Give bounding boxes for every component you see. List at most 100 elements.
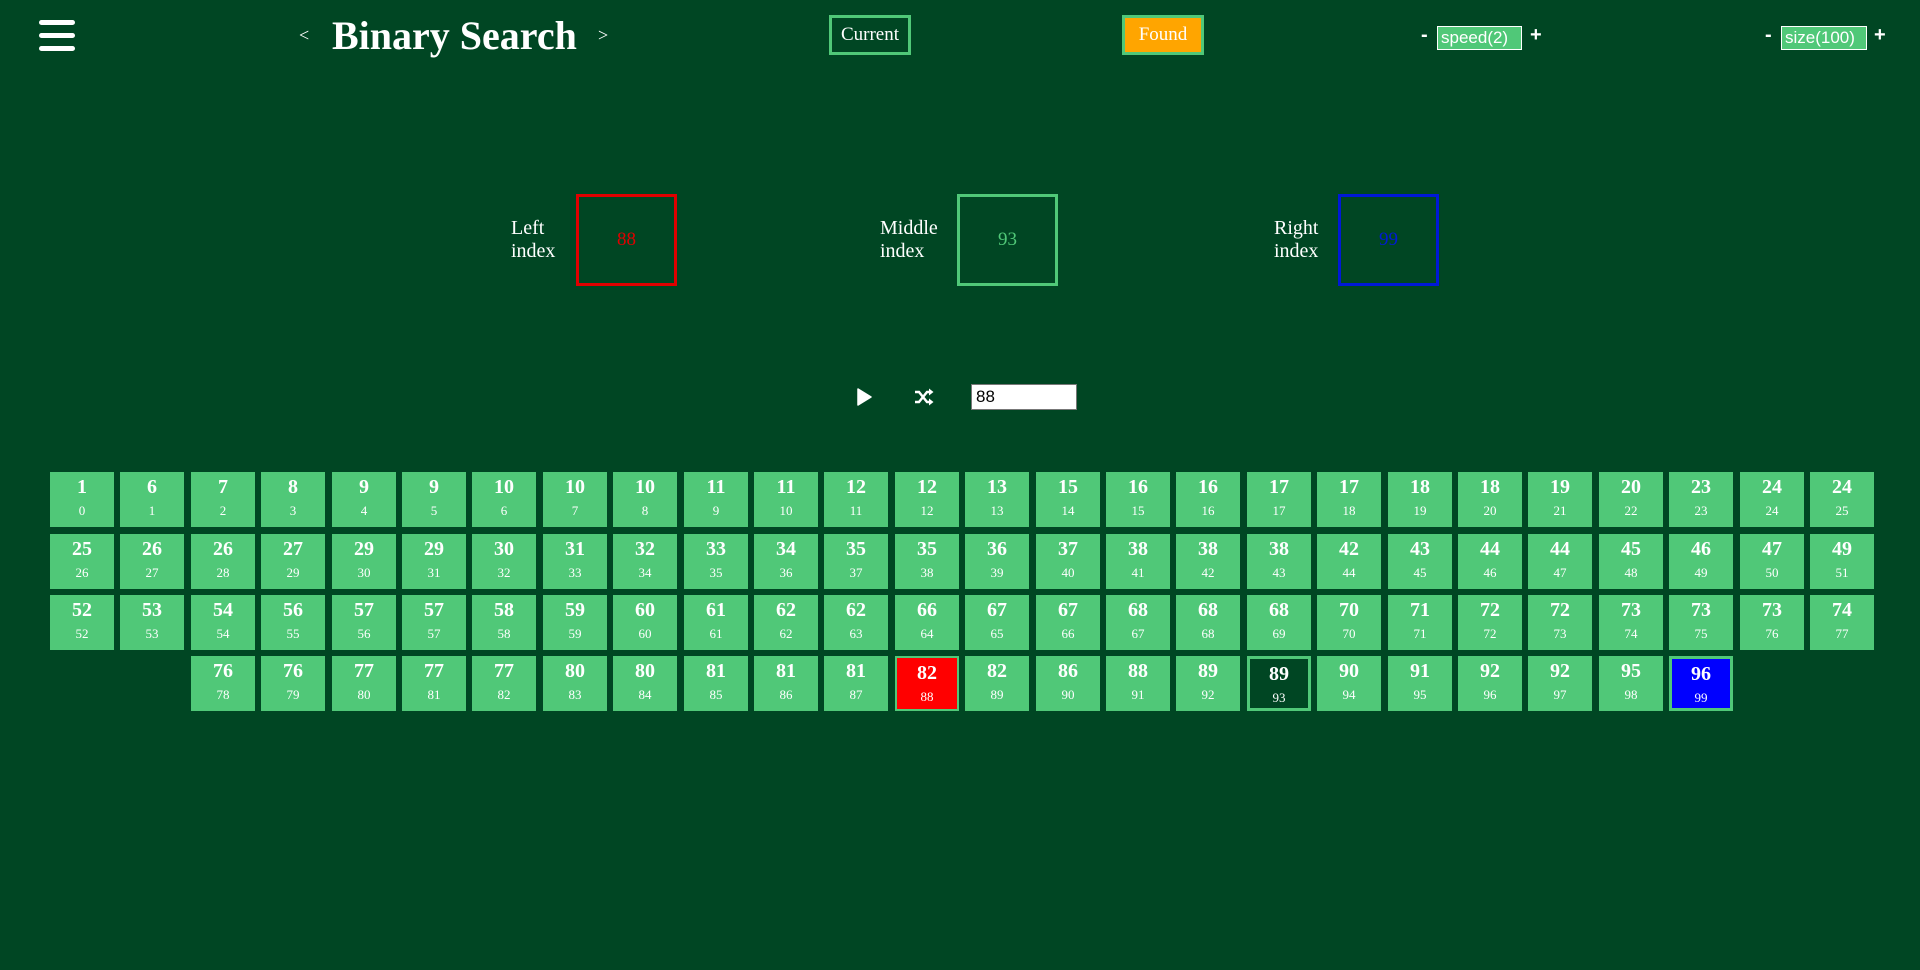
legend-found: Found xyxy=(1122,15,1204,55)
array-cell: 31 33 xyxy=(543,534,607,589)
array-cell: 92 96 xyxy=(1458,656,1522,711)
cell-index: 6 xyxy=(500,503,508,518)
array-cell: 38 43 xyxy=(1247,534,1311,589)
cell-value: 54 xyxy=(213,599,233,621)
cell-index: 37 xyxy=(849,565,863,580)
cell-index: 13 xyxy=(990,503,1004,518)
prev-algorithm-arrow[interactable]: < xyxy=(299,25,309,46)
array-cell: 53 53 xyxy=(120,595,184,650)
cell-value: 57 xyxy=(354,599,374,621)
cell-value: 29 xyxy=(424,538,444,560)
array-cell: 46 49 xyxy=(1669,534,1733,589)
cell-index: 94 xyxy=(1342,687,1356,702)
array-cell: 25 26 xyxy=(50,534,114,589)
cell-value: 73 xyxy=(1762,599,1782,621)
cell-index: 80 xyxy=(357,687,371,702)
right-index-box: 99 xyxy=(1338,194,1439,286)
cell-value: 7 xyxy=(218,476,228,498)
menu-icon[interactable] xyxy=(39,20,75,54)
cell-index: 98 xyxy=(1624,687,1638,702)
cell-value: 26 xyxy=(142,538,162,560)
cell-value: 56 xyxy=(283,599,303,621)
cell-value: 42 xyxy=(1339,538,1359,560)
cell-index: 53 xyxy=(145,626,159,641)
cell-index: 77 xyxy=(1835,626,1849,641)
cell-value: 89 xyxy=(1269,663,1289,685)
cell-index: 39 xyxy=(990,565,1004,580)
cell-index: 71 xyxy=(1413,626,1427,641)
cell-value: 34 xyxy=(776,538,796,560)
search-target-input[interactable] xyxy=(971,384,1077,410)
cell-index: 68 xyxy=(1201,626,1215,641)
cell-value: 77 xyxy=(494,660,514,682)
cell-value: 95 xyxy=(1621,660,1641,682)
speed-increase-button[interactable]: + xyxy=(1530,24,1542,47)
cell-value: 62 xyxy=(776,599,796,621)
cell-index: 60 xyxy=(638,626,652,641)
array-cell: 18 20 xyxy=(1458,472,1522,527)
cell-index: 89 xyxy=(990,687,1004,702)
cell-value: 81 xyxy=(776,660,796,682)
speed-field[interactable]: speed(2) xyxy=(1437,26,1522,50)
array-cell: 89 93 xyxy=(1247,656,1311,711)
size-field[interactable]: size(100) xyxy=(1781,26,1867,50)
cell-value: 77 xyxy=(424,660,444,682)
cell-index: 59 xyxy=(568,626,582,641)
cell-index: 85 xyxy=(709,687,723,702)
cell-value: 16 xyxy=(1198,476,1218,498)
array-cell: 34 36 xyxy=(754,534,818,589)
cell-value: 71 xyxy=(1410,599,1430,621)
cell-value: 31 xyxy=(565,538,585,560)
cell-index: 17 xyxy=(1272,503,1286,518)
cell-index: 45 xyxy=(1413,565,1427,580)
size-decrease-button[interactable]: - xyxy=(1765,24,1772,47)
cell-value: 25 xyxy=(72,538,92,560)
cell-index: 96 xyxy=(1483,687,1497,702)
array-cell: 73 74 xyxy=(1599,595,1663,650)
cell-index: 30 xyxy=(357,565,371,580)
cell-index: 10 xyxy=(779,503,793,518)
cell-value: 72 xyxy=(1550,599,1570,621)
cell-value: 67 xyxy=(1058,599,1078,621)
cell-index: 86 xyxy=(779,687,793,702)
array-cell: 26 28 xyxy=(191,534,255,589)
cell-index: 8 xyxy=(641,503,649,518)
cell-value: 59 xyxy=(565,599,585,621)
cell-index: 4 xyxy=(360,503,368,518)
cell-index: 28 xyxy=(216,565,230,580)
array-cell: 95 xyxy=(402,472,466,527)
cell-value: 12 xyxy=(917,476,937,498)
cell-value: 47 xyxy=(1762,538,1782,560)
array-cell: 89 92 xyxy=(1176,656,1240,711)
middle-index-box: 93 xyxy=(957,194,1058,286)
cell-index: 79 xyxy=(286,687,300,702)
right-index-label-line2: index xyxy=(1274,240,1319,262)
array-cell: 68 67 xyxy=(1106,595,1170,650)
array-cell: 62 62 xyxy=(754,595,818,650)
size-increase-button[interactable]: + xyxy=(1874,24,1886,47)
array-cell: 71 71 xyxy=(1388,595,1452,650)
shuffle-icon[interactable] xyxy=(914,388,934,406)
play-icon[interactable] xyxy=(856,388,872,406)
speed-decrease-button[interactable]: - xyxy=(1421,24,1428,47)
cell-value: 88 xyxy=(1128,660,1148,682)
cell-index: 62 xyxy=(779,626,793,641)
cell-index: 21 xyxy=(1553,503,1567,518)
cell-index: 58 xyxy=(497,626,511,641)
array-cell: 58 58 xyxy=(472,595,536,650)
cell-index: 1 xyxy=(148,503,156,518)
next-algorithm-arrow[interactable]: > xyxy=(598,25,608,46)
cell-value: 76 xyxy=(283,660,303,682)
cell-index: 55 xyxy=(286,626,300,641)
cell-index: 22 xyxy=(1624,503,1638,518)
array-cell: 73 76 xyxy=(1740,595,1804,650)
array-cell: 24 24 xyxy=(1740,472,1804,527)
array-cell: 19 21 xyxy=(1528,472,1592,527)
array-cell: 83 xyxy=(261,472,325,527)
cell-value: 86 xyxy=(1058,660,1078,682)
array-cell: 76 78 xyxy=(191,656,255,711)
cell-value: 49 xyxy=(1832,538,1852,560)
cell-index: 78 xyxy=(216,687,230,702)
cell-index: 38 xyxy=(920,565,934,580)
cell-index: 65 xyxy=(990,626,1004,641)
